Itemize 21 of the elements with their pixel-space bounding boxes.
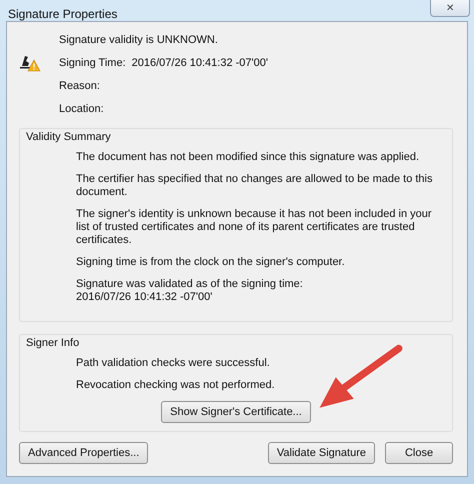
- field-label: Signing Time:: [59, 57, 126, 69]
- close-button[interactable]: ✕: [430, 0, 470, 17]
- info-text: The signer's identity is unknown because it has not been included in your list of trusted certificates and none of its parent certificates are trusted certificates.: [76, 208, 433, 247]
- certificate-button[interactable]: Show Signer's Certificate...: [161, 401, 311, 423]
- window-title: Signature Properties: [8, 7, 118, 21]
- info-text: Revocation checking was not performed.: [76, 379, 276, 392]
- group-title: Signer Info: [26, 337, 80, 349]
- field-label: Location:: [59, 103, 104, 115]
- field-label: Reason:: [59, 80, 100, 92]
- info-text: Signing time is from the clock on the signer's computer.: [76, 256, 346, 269]
- group-title: Validity Summary: [26, 131, 112, 143]
- validity-status: Signature validity is UNKNOWN.: [59, 34, 219, 46]
- info-text: The certifier has specified that no changes are allowed to be made to this document.: [76, 173, 434, 199]
- info-text: Path validation checks were successful.: [76, 357, 271, 370]
- dialog-button[interactable]: Close: [385, 442, 453, 464]
- signature-warning-icon: [19, 54, 41, 72]
- field-value: 2016/07/26 10:41:32 -07'00': [132, 57, 268, 69]
- dialog-button[interactable]: Advanced Properties...: [19, 442, 148, 464]
- info-text: Signature was validated as of the signing time: 2016/07/26 10:41:32 -07'00': [76, 278, 304, 304]
- dialog-button[interactable]: Validate Signature: [268, 442, 375, 464]
- info-text: The document has not been modified since this signature was applied.: [76, 151, 420, 164]
